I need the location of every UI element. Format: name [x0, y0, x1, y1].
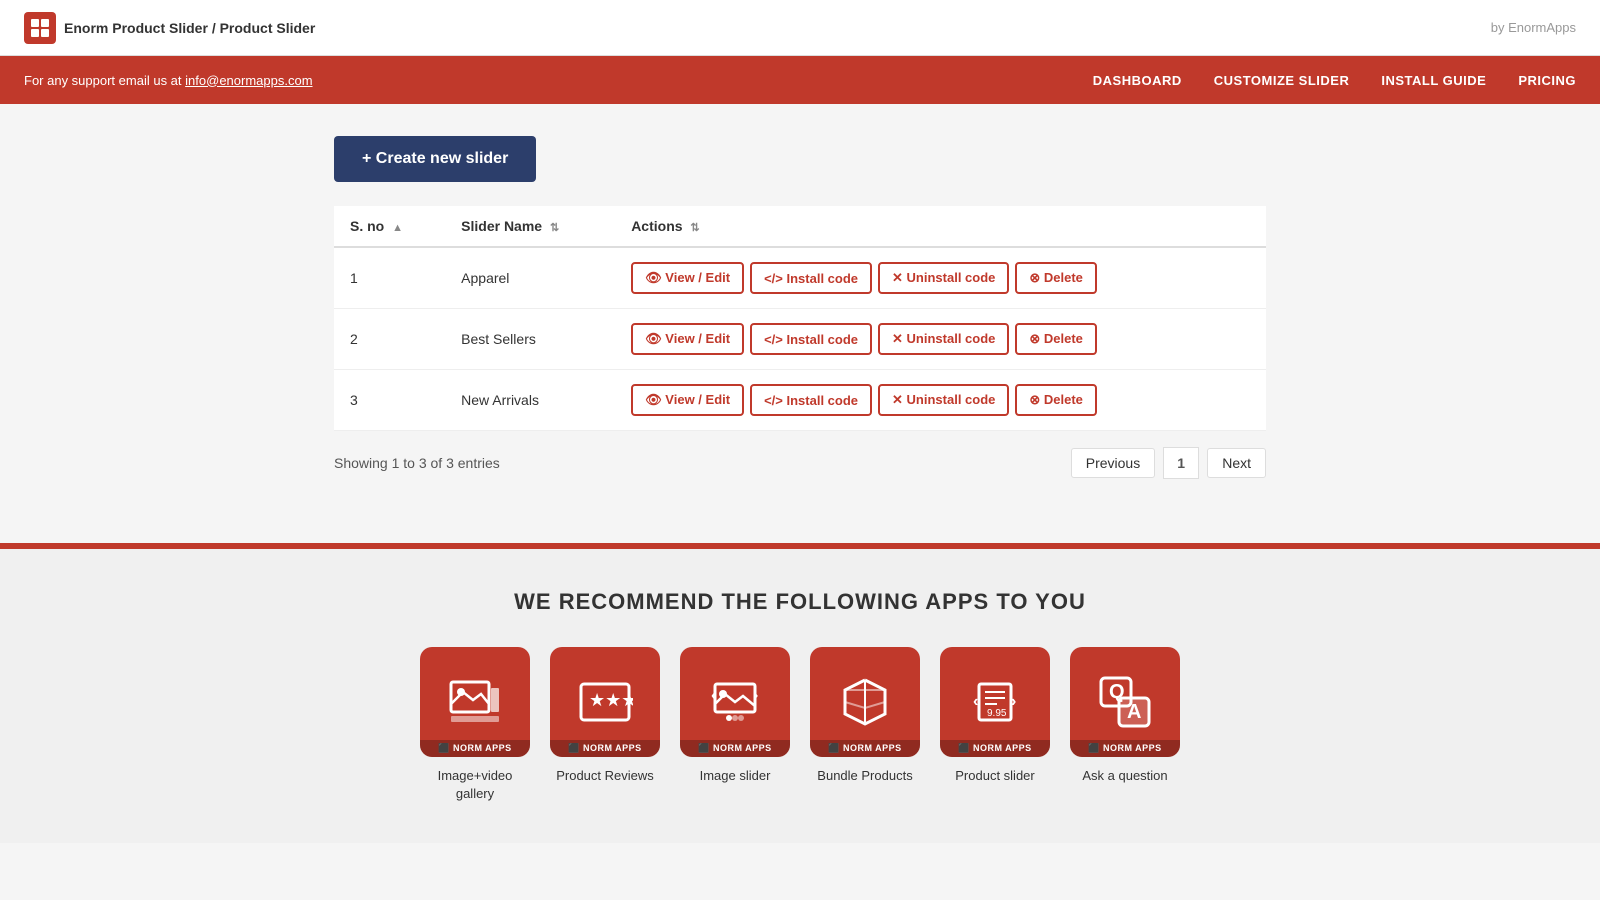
delete-button[interactable]: ⊗ Delete — [1015, 384, 1097, 416]
next-button[interactable]: Next — [1207, 448, 1266, 478]
uninstall-code-button[interactable]: ✕ Uninstall code — [878, 262, 1009, 294]
apps-grid: ⬛ NORM APPS Image+video gallery ★★★★★ ⬛ N… — [24, 647, 1576, 803]
app-icon-image-slider: ‹ › ⬛ NORM APPS — [680, 647, 790, 757]
view-edit-button[interactable]: 👁 View / Edit — [631, 384, 744, 416]
table-row: 1Apparel 👁 View / Edit</> Install code✕ U… — [334, 247, 1266, 309]
norm-badge: ⬛ NORM APPS — [810, 740, 920, 757]
cell-slider-name: New Arrivals — [445, 370, 615, 431]
app-card-product-slider[interactable]: ‹ › 9.95 ⬛ NORM APPS Product slider — [940, 647, 1050, 803]
previous-button[interactable]: Previous — [1071, 448, 1155, 478]
svg-text:›: › — [1011, 693, 1016, 710]
breadcrumb-area: Enorm Product Slider / Product Slider — [24, 12, 315, 44]
app-label-image-video-gallery: Image+video gallery — [420, 767, 530, 803]
create-new-slider-button[interactable]: + Create new slider — [334, 136, 536, 182]
norm-badge: ⬛ NORM APPS — [1070, 740, 1180, 757]
app-icon-ask-a-question: Q A ⬛ NORM APPS — [1070, 647, 1180, 757]
recommendations-title: WE RECOMMEND THE FOLLOWING APPS TO YOU — [24, 589, 1576, 615]
cell-actions: 👁 View / Edit</> Install code✕ Uninstall… — [615, 247, 1266, 309]
app-name-label: Enorm Product Slider — [64, 20, 208, 36]
sort-icon-name[interactable]: ⇅ — [550, 222, 559, 234]
top-bar: Enorm Product Slider / Product Slider by… — [0, 0, 1600, 56]
col-actions: Actions ⇅ — [615, 206, 1266, 247]
showing-entries-text: Showing 1 to 3 of 3 entries — [334, 455, 500, 471]
nav-links: DASHBOARD CUSTOMIZE SLIDER INSTALL GUIDE… — [1093, 73, 1576, 88]
page-name-label: Product Slider — [220, 20, 316, 36]
app-label-ask-a-question: Ask a question — [1082, 767, 1167, 785]
recommendations-section: WE RECOMMEND THE FOLLOWING APPS TO YOU ⬛… — [0, 549, 1600, 843]
app-logo-icon — [24, 12, 56, 44]
col-slider-name: Slider Name ⇅ — [445, 206, 615, 247]
delete-button[interactable]: ⊗ Delete — [1015, 262, 1097, 294]
app-card-ask-a-question[interactable]: Q A ⬛ NORM APPS Ask a question — [1070, 647, 1180, 803]
current-page-number: 1 — [1163, 447, 1199, 479]
breadcrumb-separator: / — [212, 20, 216, 36]
nav-bar: For any support email us at info@enormap… — [0, 56, 1600, 104]
col-sno: S. no ▲ — [334, 206, 445, 247]
app-icon-image-video-gallery: ⬛ NORM APPS — [420, 647, 530, 757]
norm-badge: ⬛ NORM APPS — [420, 740, 530, 757]
sort-icon-actions[interactable]: ⇅ — [690, 222, 699, 234]
action-buttons-group: 👁 View / Edit</> Install code✕ Uninstall… — [631, 323, 1250, 355]
svg-text:›: › — [753, 687, 758, 704]
sliders-table: S. no ▲ Slider Name ⇅ Actions ⇅ 1Apparel… — [334, 206, 1266, 431]
action-buttons-group: 👁 View / Edit</> Install code✕ Uninstall… — [631, 384, 1250, 416]
cell-sno: 2 — [334, 309, 445, 370]
cell-slider-name: Apparel — [445, 247, 615, 309]
norm-badge: ⬛ NORM APPS — [550, 740, 660, 757]
main-content: + Create new slider S. no ▲ Slider Name … — [310, 104, 1290, 527]
cell-actions: 👁 View / Edit</> Install code✕ Uninstall… — [615, 370, 1266, 431]
app-card-image-video-gallery[interactable]: ⬛ NORM APPS Image+video gallery — [420, 647, 530, 803]
breadcrumb: Enorm Product Slider / Product Slider — [64, 20, 315, 36]
table-footer: Showing 1 to 3 of 3 entries Previous 1 N… — [334, 431, 1266, 495]
svg-text:9.95: 9.95 — [987, 708, 1007, 719]
nav-install-guide[interactable]: INSTALL GUIDE — [1381, 73, 1486, 88]
svg-text:A: A — [1127, 701, 1141, 723]
app-card-product-reviews[interactable]: ★★★★★ ⬛ NORM APPS Product Reviews — [550, 647, 660, 803]
sort-icon-sno[interactable]: ▲ — [392, 222, 403, 234]
install-code-button[interactable]: </> Install code — [750, 262, 872, 294]
install-code-button[interactable]: </> Install code — [750, 384, 872, 416]
uninstall-code-button[interactable]: ✕ Uninstall code — [878, 384, 1009, 416]
view-edit-button[interactable]: 👁 View / Edit — [631, 262, 744, 294]
svg-text:★★★★★: ★★★★★ — [589, 690, 633, 710]
nav-pricing[interactable]: PRICING — [1518, 73, 1576, 88]
app-card-bundle-products[interactable]: ⬛ NORM APPS Bundle Products — [810, 647, 920, 803]
cell-sno: 3 — [334, 370, 445, 431]
app-label-product-slider: Product slider — [955, 767, 1034, 785]
table-row: 3New Arrivals 👁 View / Edit</> Install co… — [334, 370, 1266, 431]
nav-dashboard[interactable]: DASHBOARD — [1093, 73, 1182, 88]
action-buttons-group: 👁 View / Edit</> Install code✕ Uninstall… — [631, 262, 1250, 294]
view-edit-button[interactable]: 👁 View / Edit — [631, 323, 744, 355]
app-icon-product-slider: ‹ › 9.95 ⬛ NORM APPS — [940, 647, 1050, 757]
pagination: Previous 1 Next — [1071, 447, 1266, 479]
app-icon-product-reviews: ★★★★★ ⬛ NORM APPS — [550, 647, 660, 757]
cell-slider-name: Best Sellers — [445, 309, 615, 370]
cell-actions: 👁 View / Edit</> Install code✕ Uninstall… — [615, 309, 1266, 370]
app-label-bundle-products: Bundle Products — [817, 767, 912, 785]
app-label-image-slider: Image slider — [700, 767, 771, 785]
svg-text:‹: ‹ — [973, 693, 978, 710]
table-row: 2Best Sellers 👁 View / Edit</> Install co… — [334, 309, 1266, 370]
uninstall-code-button[interactable]: ✕ Uninstall code — [878, 323, 1009, 355]
support-email-link[interactable]: info@enormapps.com — [185, 73, 312, 88]
app-card-image-slider[interactable]: ‹ › ⬛ NORM APPS Image slider — [680, 647, 790, 803]
support-text: For any support email us at info@enormap… — [24, 73, 313, 88]
norm-badge: ⬛ NORM APPS — [940, 740, 1050, 757]
by-enorm-label: by EnormApps — [1491, 20, 1576, 35]
delete-button[interactable]: ⊗ Delete — [1015, 323, 1097, 355]
svg-text:‹: ‹ — [711, 687, 716, 704]
app-label-product-reviews: Product Reviews — [556, 767, 654, 785]
cell-sno: 1 — [334, 247, 445, 309]
install-code-button[interactable]: </> Install code — [750, 323, 872, 355]
nav-customize-slider[interactable]: CUSTOMIZE SLIDER — [1214, 73, 1350, 88]
app-icon-bundle-products: ⬛ NORM APPS — [810, 647, 920, 757]
norm-badge: ⬛ NORM APPS — [680, 740, 790, 757]
